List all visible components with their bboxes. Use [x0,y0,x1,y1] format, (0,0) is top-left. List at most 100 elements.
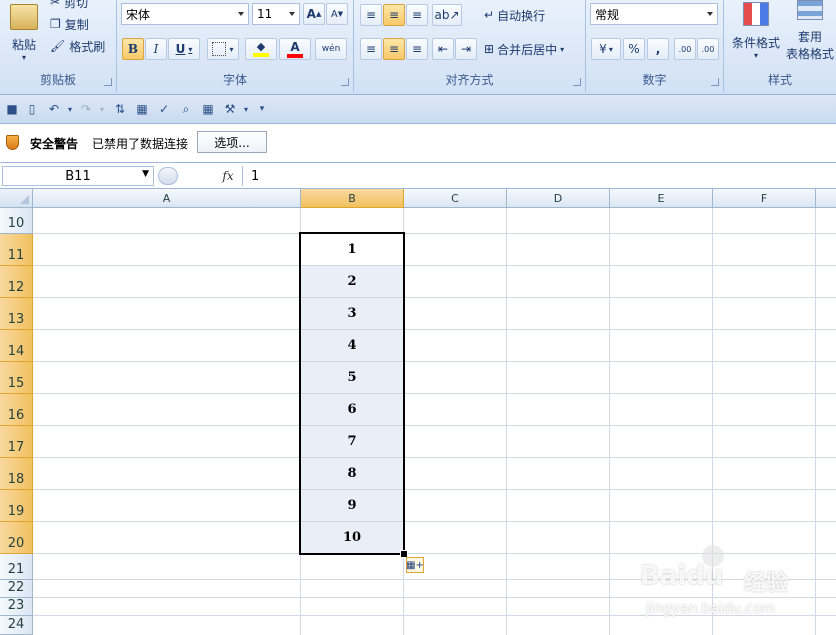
row-header-13[interactable]: 13 [0,298,33,330]
auto-fill-options-button[interactable]: ▦+ [406,557,424,573]
wrap-text-icon: ↵ [484,8,495,22]
grid-line [33,329,836,330]
row-header-10[interactable]: 10 [0,208,33,234]
currency-button[interactable]: ¥ ▾ [591,38,621,60]
insert-function-button[interactable]: fx [218,167,238,185]
column-header-a[interactable]: A [33,189,301,208]
name-box[interactable]: B11 ▼ [2,166,154,186]
undo-icon[interactable]: ↶ [46,101,62,117]
row-header-18[interactable]: 18 [0,458,33,490]
group-clipboard: 粘贴 ▾ ✂ 剪切 ❐ 复制 🖌 格式刷 剪贴板 [0,0,117,92]
column-header-e[interactable]: E [610,189,713,208]
selection-range [299,232,405,555]
align-right-icon: ≡ [411,42,423,56]
paste-button[interactable]: 粘贴 ▾ [4,2,44,64]
conditional-format-button[interactable]: 条件格式 ▾ [728,0,784,62]
chevron-down-icon[interactable]: ▾ [62,101,78,117]
spellcheck-icon[interactable]: ✓ [156,101,172,117]
worksheet-grid[interactable]: A B C D E F 10 11 12 13 14 15 16 17 18 1… [0,189,836,635]
format-painter-button[interactable]: 🖌 格式刷 [50,37,112,55]
new-document-icon[interactable]: ▯ [24,101,40,117]
row-header-20[interactable]: 20 [0,522,33,554]
chevron-down-icon: ▼ [142,169,149,179]
sort-icon[interactable]: ⇅ [112,101,128,117]
comma-button[interactable]: , [647,38,669,60]
row-header-17[interactable]: 17 [0,426,33,458]
row-header-14[interactable]: 14 [0,330,33,362]
dialog-launcher-icon[interactable] [104,78,112,86]
decrease-decimal-button[interactable]: .00 [697,38,719,60]
watermark: Baidu 经验 jingyan.baidu.com [640,545,820,631]
grow-font-button[interactable]: A ▲ [303,3,325,25]
copy-button[interactable]: ❐ 复制 [50,15,110,33]
row-header-15[interactable]: 15 [0,362,33,394]
quick-access-toolbar: ■ ▯ ↶ ▾ ↷ ▾ ⇅ ▦ ✓ ⌕ ▦ ⚒ ▾ ▾ [0,95,836,124]
align-left-button[interactable]: ≡ [360,38,382,60]
format-as-table-button[interactable]: 套用 表格格式 [782,0,836,62]
row-header-11[interactable]: 11 [0,234,33,266]
dialog-launcher-icon[interactable] [573,78,581,86]
select-all-button[interactable] [0,189,33,208]
phonetic-button[interactable]: wén [315,38,347,60]
align-middle-button[interactable]: ≡ [383,4,405,26]
cut-button[interactable]: ✂ 剪切 [50,0,110,10]
row-header-21[interactable]: 21 [0,554,33,580]
italic-button[interactable]: I [145,38,167,60]
wrap-text-button[interactable]: ↵ 自动换行 [484,4,564,26]
column-header-g[interactable] [816,189,836,208]
column-header-f[interactable]: F [713,189,816,208]
row-header-16[interactable]: 16 [0,394,33,426]
increase-indent-button[interactable]: ⇥ [455,38,477,60]
underline-button[interactable]: U ▾ [168,38,200,60]
grid-icon[interactable]: ▦ [200,101,216,117]
font-name-combo[interactable]: 宋体 [121,3,249,25]
chevron-down-icon[interactable]: ▾ [94,101,110,117]
group-label-number: 数字 [642,73,667,87]
column-header-c[interactable]: C [404,189,507,208]
increase-decimal-button[interactable]: .00 [674,38,696,60]
chevron-down-icon [238,12,244,16]
name-box-splitter[interactable] [158,167,178,185]
bold-button[interactable]: B [122,38,144,60]
calculator-icon[interactable]: ▦ [134,101,150,117]
column-header-b[interactable]: B [301,189,404,208]
row-header-23[interactable]: 23 [0,598,33,616]
fill-color-button[interactable]: ◆ [245,38,277,60]
percent-button[interactable]: % [623,38,645,60]
merge-center-button[interactable]: ⊞ 合并后居中 ▾ [484,38,580,60]
dialog-launcher-icon[interactable] [711,78,719,86]
tools-icon[interactable]: ⚒ [222,101,238,117]
row-header-19[interactable]: 19 [0,490,33,522]
row-header-22[interactable]: 22 [0,580,33,598]
shrink-font-button[interactable]: A ▼ [326,3,348,25]
security-options-button[interactable]: 选项... [197,131,267,153]
font-color-button[interactable]: A [279,38,311,60]
border-button[interactable]: ▾ [207,38,239,60]
row-header-12[interactable]: 12 [0,266,33,298]
dialog-launcher-icon[interactable] [341,78,349,86]
column-header-d[interactable]: D [507,189,610,208]
increase-indent-icon: ⇥ [460,42,472,56]
align-bottom-icon: ≡ [411,8,423,22]
security-warning-bar: 安全警告 已禁用了数据连接 选项... [0,124,836,163]
decrease-indent-button[interactable]: ⇤ [432,38,454,60]
formula-input[interactable] [242,166,832,186]
grid-line [33,521,836,522]
auto-fill-options-icon: ▦+ [406,559,424,571]
align-right-button[interactable]: ≡ [406,38,428,60]
chevron-down-icon [707,12,713,16]
align-center-button[interactable]: ≡ [383,38,405,60]
orientation-button[interactable]: ab↗ [432,4,462,26]
redo-icon[interactable]: ↷ [78,101,94,117]
customize-toolbar-icon[interactable]: ▾ [254,101,270,117]
row-header-24[interactable]: 24 [0,616,33,635]
align-top-button[interactable]: ≡ [360,4,382,26]
security-warning-message: 已禁用了数据连接 [92,137,189,151]
align-bottom-button[interactable]: ≡ [406,4,428,26]
save-icon[interactable]: ■ [4,101,20,117]
font-size-combo[interactable]: 11 [252,3,300,25]
number-format-combo[interactable]: 常规 [590,3,718,25]
watermark-jingyan: 经验 [744,571,789,596]
print-preview-icon[interactable]: ⌕ [178,101,194,117]
chevron-down-icon[interactable]: ▾ [238,101,254,117]
